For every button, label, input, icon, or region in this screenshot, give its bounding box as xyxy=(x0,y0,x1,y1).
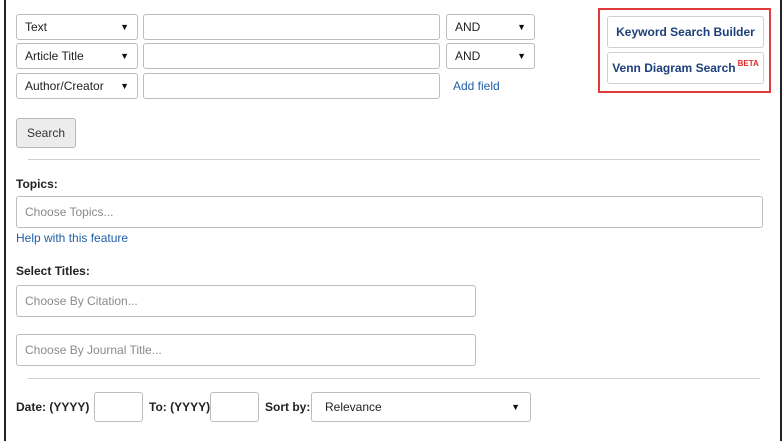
operator-select-1[interactable]: AND ▼ xyxy=(446,14,535,40)
citation-placeholder: Choose By Citation... xyxy=(25,294,138,308)
chevron-down-icon: ▼ xyxy=(511,402,520,412)
field-select-2-value: Article Title xyxy=(25,49,84,63)
divider xyxy=(28,159,760,160)
topics-placeholder: Choose Topics... xyxy=(25,205,114,219)
keyword-search-builder-button[interactable]: Keyword Search Builder xyxy=(607,16,764,48)
topics-input[interactable]: Choose Topics... xyxy=(16,196,763,228)
date-to-input[interactable] xyxy=(210,392,259,422)
venn-diagram-search-button[interactable]: Venn Diagram Search BETA xyxy=(607,52,764,84)
search-builder-highlight: Keyword Search Builder Venn Diagram Sear… xyxy=(598,8,771,93)
topics-help-link[interactable]: Help with this feature xyxy=(16,231,128,245)
sort-by-label: Sort by: xyxy=(265,400,311,414)
field-select-2[interactable]: Article Title ▼ xyxy=(16,43,138,69)
query-input-1[interactable] xyxy=(143,14,440,40)
query-input-3[interactable] xyxy=(143,73,440,99)
field-select-1[interactable]: Text ▼ xyxy=(16,14,138,40)
venn-diagram-search-label: Venn Diagram Search xyxy=(612,61,736,75)
chevron-down-icon: ▼ xyxy=(120,22,129,32)
search-button[interactable]: Search xyxy=(16,118,76,148)
chevron-down-icon: ▼ xyxy=(517,22,526,32)
operator-select-1-value: AND xyxy=(455,20,481,34)
chevron-down-icon: ▼ xyxy=(517,51,526,61)
sort-by-value: Relevance xyxy=(325,400,382,414)
chevron-down-icon: ▼ xyxy=(120,51,129,61)
field-select-1-value: Text xyxy=(25,20,48,34)
topics-label: Topics: xyxy=(16,177,58,191)
chevron-down-icon: ▼ xyxy=(120,81,129,91)
query-input-2[interactable] xyxy=(143,43,440,69)
journal-title-input[interactable]: Choose By Journal Title... xyxy=(16,334,476,366)
date-from-input[interactable] xyxy=(94,392,143,422)
divider xyxy=(28,378,760,379)
beta-badge: BETA xyxy=(737,58,759,68)
date-to-label: To: (YYYY) xyxy=(149,400,211,414)
add-field-link[interactable]: Add field xyxy=(453,79,500,93)
date-from-label: Date: (YYYY) xyxy=(16,400,90,414)
select-titles-label: Select Titles: xyxy=(16,264,90,278)
operator-select-2[interactable]: AND ▼ xyxy=(446,43,535,69)
citation-input[interactable]: Choose By Citation... xyxy=(16,285,476,317)
field-select-3[interactable]: Author/Creator ▼ xyxy=(16,73,138,99)
operator-select-2-value: AND xyxy=(455,49,481,63)
journal-title-placeholder: Choose By Journal Title... xyxy=(25,343,162,357)
field-select-3-value: Author/Creator xyxy=(25,79,104,93)
sort-by-select[interactable]: Relevance ▼ xyxy=(311,392,531,422)
